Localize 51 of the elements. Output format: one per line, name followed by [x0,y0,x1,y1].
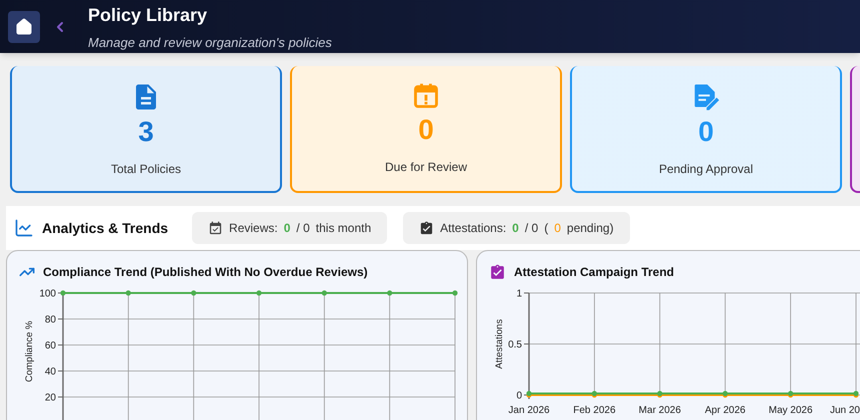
axis-tick-label: 100 [39,288,56,300]
line-chart-icon [14,218,34,238]
stat-label: Pending Approval [658,161,754,178]
chart-title: Attestation Campaign Trend [514,264,674,281]
axis-tick-label: 80 [44,314,56,326]
data-point [452,290,458,296]
axis-tick-label: 0 [516,390,522,402]
data-point [60,290,66,296]
chip-text: pending) [566,220,614,237]
chip-text: this month [316,220,372,237]
chip-text: 0 [512,220,519,237]
calendar-alert-icon [412,82,440,110]
chip-text: Reviews: [229,220,278,237]
home-icon [15,18,33,36]
data-point [387,290,392,296]
page-title: Policy Library [88,4,208,26]
chip-text: / 0 [296,220,310,237]
home-button[interactable] [8,10,40,42]
axis-tick-label: Feb 2026 [573,405,616,416]
stat-value: 0 [418,114,434,146]
section-title: Analytics & Trends [42,218,168,238]
chip-text: Attestations: [440,220,506,237]
page-subtitle: Manage and review organization's policies [88,34,332,52]
data-point [256,290,262,296]
clipboard-check-icon [419,220,434,236]
data-point [126,290,131,296]
axis-tick-label: Mar 2026 [638,405,681,416]
axis-tick-label: 40 [44,366,56,378]
clipboard-check-icon [489,264,506,280]
axis-title: Compliance % [24,320,35,382]
data-point [322,290,327,296]
stat-label: Due for Review [384,159,468,176]
chip-text: ( [544,220,548,237]
axis-title: Attestations [494,319,505,369]
axis-tick-label: 1 [516,288,522,300]
chip-text: / 0 [524,220,538,237]
stat-value: 3 [138,116,154,148]
stat-value: 0 [698,116,714,148]
axis-tick-label: 60 [44,340,56,352]
data-point [191,290,196,296]
axis-tick-label: May 2026 [768,405,813,416]
axis-tick-label: 20 [44,392,56,404]
calendar-check-icon [208,220,224,236]
axis-tick-label: Apr 2026 [704,405,746,416]
stat-label: Total Policies [110,161,182,178]
axis-tick-label: 0.5 [508,340,522,350]
chart-title: Compliance Trend (Published With No Overdue Reviews) [43,264,368,281]
axis-tick-label: Jun 20 [830,405,860,416]
chip-text: 0 [284,220,290,237]
axis-tick-label: Jan 2026 [508,405,550,416]
chip-text: 0 [554,220,561,237]
